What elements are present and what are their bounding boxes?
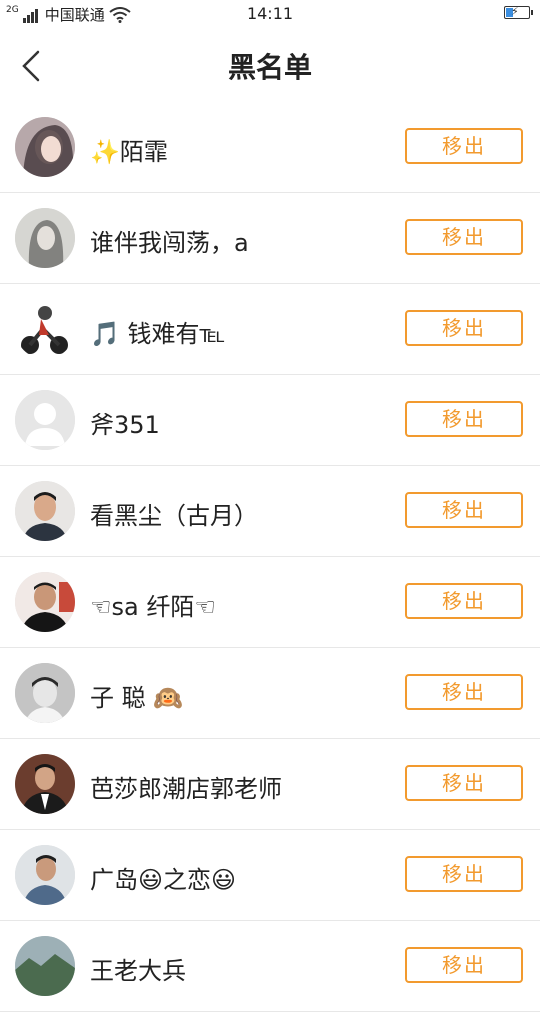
status-time: 14:11 (246, 4, 294, 23)
nav-header: 黑名单 (0, 28, 540, 102)
remove-button[interactable]: 移出 (405, 765, 523, 801)
avatar[interactable] (15, 663, 75, 723)
remove-button[interactable]: 移出 (405, 856, 523, 892)
contact-name: 🎵 钱难有℡ (90, 320, 226, 348)
blacklist: ✨陌霏 移出 谁伴我闯荡，a 移出 🎵 钱难有℡ 移出 斧351 移出 看黑尘（… (0, 102, 540, 1012)
charging-icon: ⚡ (511, 5, 519, 18)
avatar[interactable] (15, 208, 75, 268)
list-item: 芭莎郎潮店郭老师 移出 (0, 739, 540, 830)
remove-button[interactable]: 移出 (405, 947, 523, 983)
remove-button[interactable]: 移出 (405, 401, 523, 437)
contact-name: ✨陌霏 (90, 138, 168, 166)
remove-button[interactable]: 移出 (405, 492, 523, 528)
list-item: 谁伴我闯荡，a 移出 (0, 193, 540, 284)
avatar[interactable] (15, 936, 75, 996)
avatar[interactable] (15, 572, 75, 632)
list-item: 王老大兵 移出 (0, 921, 540, 1012)
avatar[interactable] (15, 754, 75, 814)
avatar[interactable] (15, 845, 75, 905)
contact-name: 王老大兵 (90, 957, 186, 985)
contact-name: 芭莎郎潮店郭老师 (90, 775, 282, 803)
contact-name: 斧351 (90, 411, 160, 439)
list-item: ☜sa 纤陌☜ 移出 (0, 557, 540, 648)
remove-button[interactable]: 移出 (405, 310, 523, 346)
list-item: 🎵 钱难有℡ 移出 (0, 284, 540, 375)
avatar[interactable] (15, 481, 75, 541)
list-item: 看黑尘（古月） 移出 (0, 466, 540, 557)
list-item: 广岛😃之恋😃 移出 (0, 830, 540, 921)
avatar[interactable] (15, 390, 75, 450)
status-bar: 2G 中国联通 14:11 ⚡ (0, 0, 540, 28)
avatar[interactable] (15, 299, 75, 359)
contact-name: 广岛😃之恋😃 (90, 866, 237, 894)
list-item: 斧351 移出 (0, 375, 540, 466)
remove-button[interactable]: 移出 (405, 128, 523, 164)
avatar[interactable] (15, 117, 75, 177)
remove-button[interactable]: 移出 (405, 674, 523, 710)
contact-name: ☜sa 纤陌☜ (90, 593, 216, 621)
remove-button[interactable]: 移出 (405, 583, 523, 619)
battery-icon: ⚡ (504, 5, 533, 19)
contact-name: 谁伴我闯荡，a (90, 229, 249, 257)
remove-button[interactable]: 移出 (405, 219, 523, 255)
contact-name: 子 聪 🙉 (90, 684, 184, 712)
list-item: 子 聪 🙉 移出 (0, 648, 540, 739)
page-title: 黑名单 (227, 51, 312, 84)
list-item: ✨陌霏 移出 (0, 102, 540, 193)
contact-name: 看黑尘（古月） (90, 502, 258, 530)
